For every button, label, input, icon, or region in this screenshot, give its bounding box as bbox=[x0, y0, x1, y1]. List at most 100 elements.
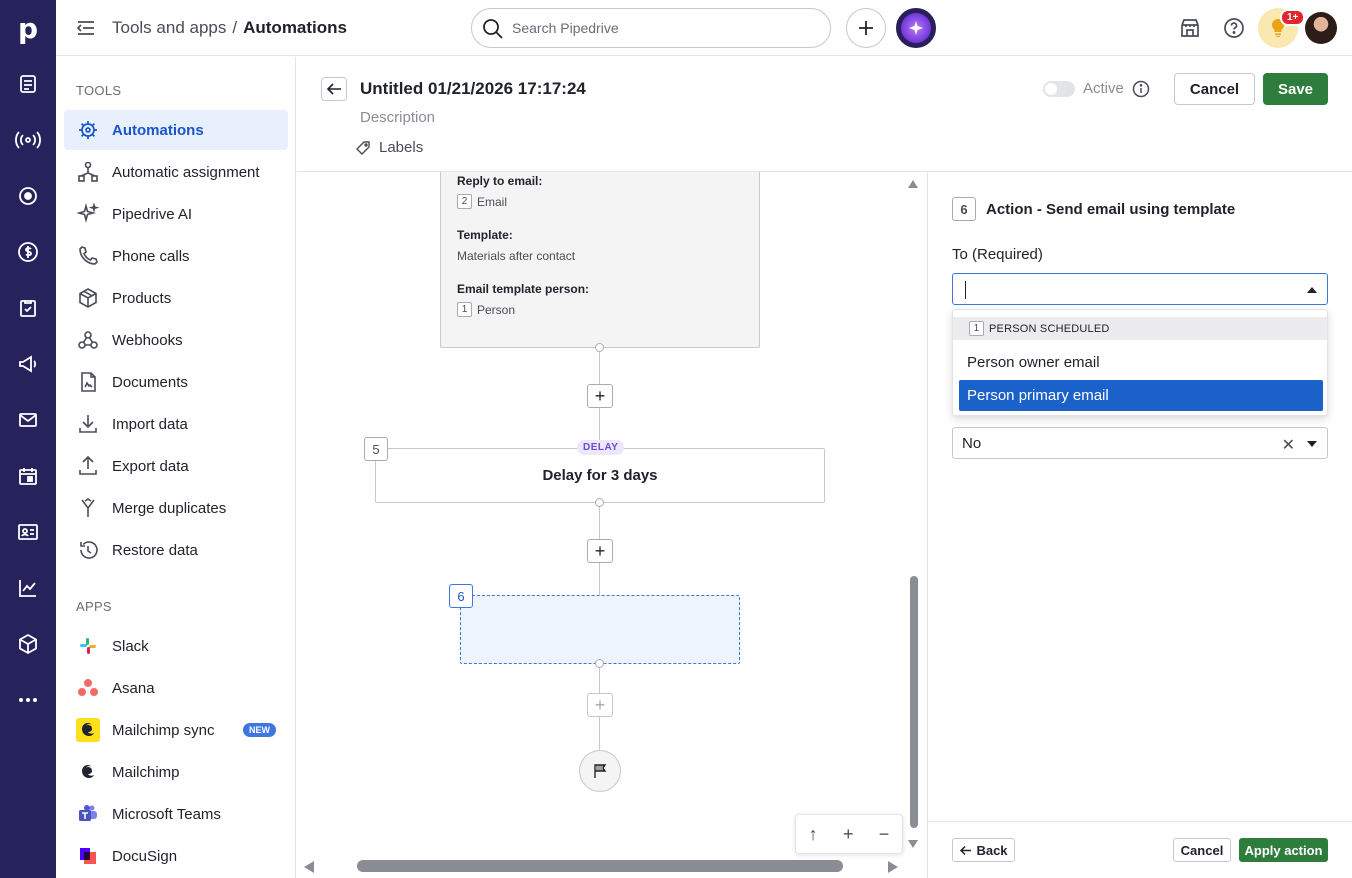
horizontal-scroll-thumb[interactable] bbox=[357, 860, 843, 872]
sidebar-item-pipedrive-ai[interactable]: Pipedrive AI bbox=[64, 194, 288, 234]
sidebar-item-merge-duplicates[interactable]: Merge duplicates bbox=[64, 488, 288, 528]
sidebar-item-mailchimp-sync[interactable]: Mailchimp sync NEW bbox=[64, 710, 288, 750]
assignment-icon bbox=[76, 160, 100, 184]
target-icon[interactable] bbox=[0, 176, 56, 216]
workflow-canvas[interactable]: Reply to email: 2 Email Template: Materi… bbox=[297, 172, 927, 878]
sidebar-item-asana[interactable]: Asana bbox=[64, 668, 288, 708]
tools-sidebar: TOOLS Automations Automatic assignment P… bbox=[56, 57, 296, 878]
connector-dot bbox=[595, 343, 604, 352]
reply-to-label: Reply to email: bbox=[457, 174, 543, 188]
export-icon bbox=[76, 454, 100, 478]
sidebar-item-webhooks[interactable]: Webhooks bbox=[64, 320, 288, 360]
mail-icon[interactable] bbox=[0, 400, 56, 440]
step-number-badge: 5 bbox=[364, 437, 388, 461]
connector-dot bbox=[595, 659, 604, 668]
zoom-out-button[interactable]: − bbox=[879, 825, 890, 843]
contacts-icon[interactable] bbox=[0, 512, 56, 552]
delay-node[interactable]: Delay for 3 days bbox=[375, 448, 825, 503]
sidebar-item-label: Mailchimp sync bbox=[112, 721, 215, 739]
delay-text: Delay for 3 days bbox=[542, 467, 658, 484]
template-value: Materials after contact bbox=[457, 249, 576, 263]
sparkle-icon bbox=[76, 202, 100, 226]
tasks-icon[interactable] bbox=[0, 288, 56, 328]
scroll-left-icon[interactable] bbox=[303, 860, 315, 874]
more-icon[interactable] bbox=[0, 680, 56, 720]
to-select-input[interactable] bbox=[952, 273, 1328, 305]
new-action-node[interactable] bbox=[460, 595, 740, 664]
dropdown-option-person-primary-email[interactable]: Person primary email bbox=[959, 380, 1323, 411]
caret-up-icon[interactable] bbox=[1307, 287, 1317, 293]
sidebar-item-microsoft-teams[interactable]: Microsoft Teams bbox=[64, 794, 288, 834]
caret-down-icon[interactable] bbox=[1307, 441, 1317, 447]
sidebar-item-label: Phone calls bbox=[112, 247, 190, 265]
campaigns-icon[interactable] bbox=[0, 344, 56, 384]
notification-badge: 1+ bbox=[1280, 9, 1306, 26]
sidebar-item-products[interactable]: Products bbox=[64, 278, 288, 318]
sidebar-item-mailchimp[interactable]: Mailchimp bbox=[64, 752, 288, 792]
add-step-button[interactable]: + bbox=[587, 693, 613, 717]
sidebar-item-restore-data[interactable]: Restore data bbox=[64, 530, 288, 570]
arrow-left-icon bbox=[326, 82, 342, 96]
dropdown-option-person-owner-email[interactable]: Person owner email bbox=[959, 347, 1323, 378]
leads-icon[interactable] bbox=[0, 120, 56, 160]
sidebar-item-automatic-assignment[interactable]: Automatic assignment bbox=[64, 152, 288, 192]
products-icon[interactable] bbox=[0, 624, 56, 664]
ai-assistant-button[interactable] bbox=[896, 8, 936, 48]
panel-footer: Back Cancel Apply action bbox=[928, 821, 1352, 878]
dollar-icon[interactable] bbox=[0, 232, 56, 272]
phone-icon bbox=[76, 244, 100, 268]
step-ref-badge: 1 bbox=[969, 321, 984, 336]
sidebar-item-label: Pipedrive AI bbox=[112, 205, 193, 223]
webhook-icon bbox=[76, 328, 100, 352]
breadcrumb-parent[interactable]: Tools and apps bbox=[112, 18, 226, 38]
avatar[interactable] bbox=[1305, 12, 1337, 44]
sidebar-item-documents[interactable]: Documents bbox=[64, 362, 288, 402]
automation-description[interactable]: Description bbox=[360, 109, 435, 126]
back-button[interactable]: Back bbox=[952, 838, 1015, 862]
add-step-button[interactable]: + bbox=[587, 384, 613, 408]
cancel-action-button[interactable]: Cancel bbox=[1173, 838, 1231, 862]
back-button[interactable] bbox=[321, 77, 347, 101]
quick-add-button[interactable] bbox=[846, 8, 886, 48]
pipedrive-logo[interactable]: p bbox=[0, 0, 56, 56]
automation-title[interactable]: Untitled 01/21/2026 17:17:24 bbox=[360, 79, 586, 99]
add-step-button[interactable]: + bbox=[587, 539, 613, 563]
sidebar-item-label: Products bbox=[112, 289, 172, 307]
sidebar-item-label: Webhooks bbox=[112, 331, 183, 349]
cancel-button[interactable]: Cancel bbox=[1174, 73, 1255, 105]
apply-action-button[interactable]: Apply action bbox=[1239, 838, 1328, 862]
sidebar-item-label: Documents bbox=[112, 373, 188, 391]
teams-icon bbox=[76, 802, 100, 826]
help-icon[interactable] bbox=[1220, 14, 1248, 42]
second-select[interactable]: No ✕ bbox=[952, 427, 1328, 459]
automation-header: Untitled 01/21/2026 17:17:24 Description… bbox=[297, 57, 1352, 172]
email-action-node[interactable]: Reply to email: 2 Email Template: Materi… bbox=[440, 172, 760, 348]
second-select-value: No bbox=[962, 434, 982, 452]
search-input[interactable]: Search Pipedrive bbox=[471, 8, 831, 48]
insights-icon[interactable] bbox=[0, 568, 56, 608]
scroll-right-icon[interactable] bbox=[887, 860, 899, 874]
zoom-in-button[interactable]: + bbox=[843, 825, 854, 843]
deals-icon[interactable] bbox=[0, 64, 56, 104]
dropdown-group-header: 1 PERSON SCHEDULED bbox=[953, 317, 1327, 340]
sidebar-item-export-data[interactable]: Export data bbox=[64, 446, 288, 486]
calendar-icon[interactable] bbox=[0, 456, 56, 496]
vertical-scroll-thumb[interactable] bbox=[910, 576, 918, 828]
sidebar-item-slack[interactable]: Slack bbox=[64, 626, 288, 666]
labels-button[interactable]: Labels bbox=[355, 139, 423, 156]
sidebar-item-automations[interactable]: Automations bbox=[64, 110, 288, 150]
save-button[interactable]: Save bbox=[1263, 73, 1328, 105]
info-icon[interactable] bbox=[1132, 80, 1150, 98]
menu-toggle-icon[interactable] bbox=[76, 18, 96, 38]
top-bar: Tools and apps / Automations Search Pipe… bbox=[56, 0, 1352, 56]
active-toggle[interactable] bbox=[1043, 81, 1075, 97]
restore-icon bbox=[76, 538, 100, 562]
breadcrumb: Tools and apps / Automations bbox=[112, 18, 347, 38]
clear-icon[interactable]: ✕ bbox=[1282, 435, 1295, 455]
sidebar-item-phone-calls[interactable]: Phone calls bbox=[64, 236, 288, 276]
sidebar-item-import-data[interactable]: Import data bbox=[64, 404, 288, 444]
sidebar-item-docusign[interactable]: DocuSign bbox=[64, 836, 288, 876]
zoom-controls: ↑ + − bbox=[795, 814, 903, 854]
marketplace-icon[interactable] bbox=[1176, 14, 1204, 42]
fit-view-button[interactable]: ↑ bbox=[809, 825, 818, 843]
